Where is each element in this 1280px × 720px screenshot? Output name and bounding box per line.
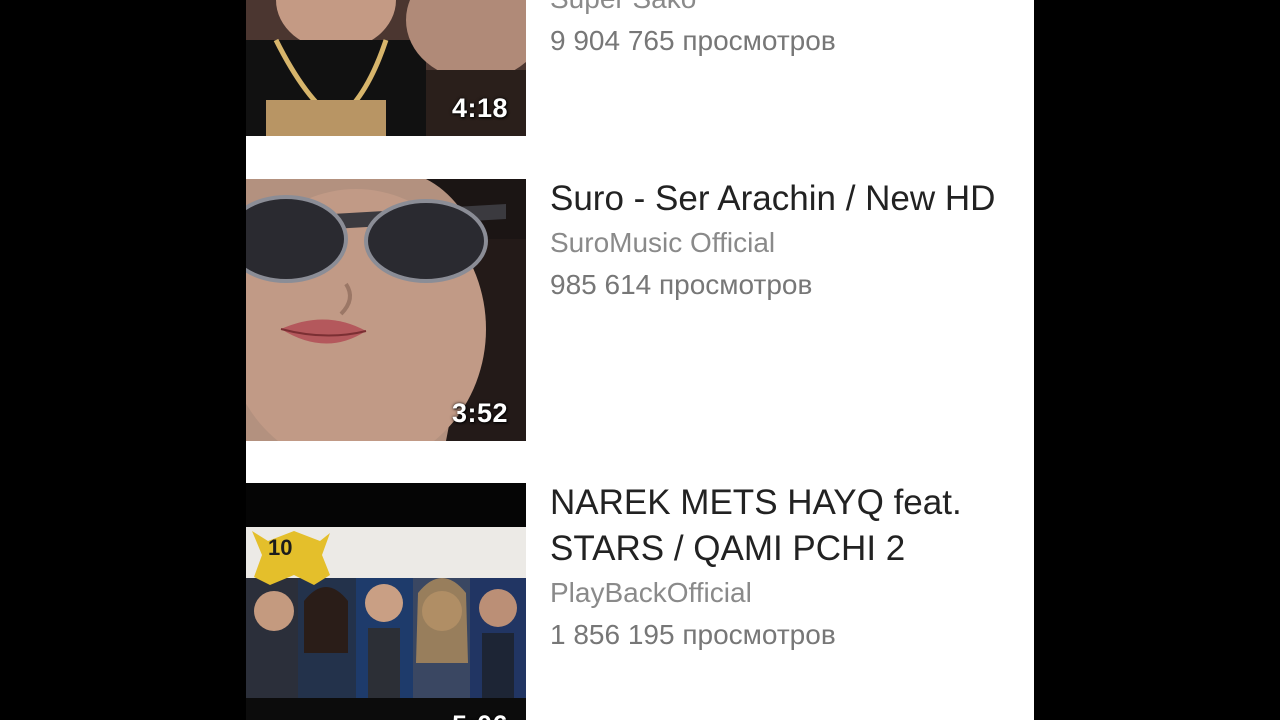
video-title[interactable]: NAREK METS HAYQ feat. STARS / QAMI PCHI … <box>550 480 1034 572</box>
thumbnail-image <box>246 483 526 720</box>
video-list: 4:18 Super Sako 9 904 765 просмотров 3: <box>246 0 1034 720</box>
view-count: 1 856 195 просмотров <box>550 619 836 650</box>
badge-number: 10 <box>268 535 293 560</box>
channel-name[interactable]: PlayBackOfficial <box>550 572 1034 614</box>
video-thumbnail-3[interactable]: 10 5:06 <box>246 483 526 720</box>
video-item-3[interactable]: 10 5:06 NAREK METS HAYQ feat. STARS / QA… <box>246 0 1034 720</box>
duration-badge: 5:06 <box>452 710 508 720</box>
